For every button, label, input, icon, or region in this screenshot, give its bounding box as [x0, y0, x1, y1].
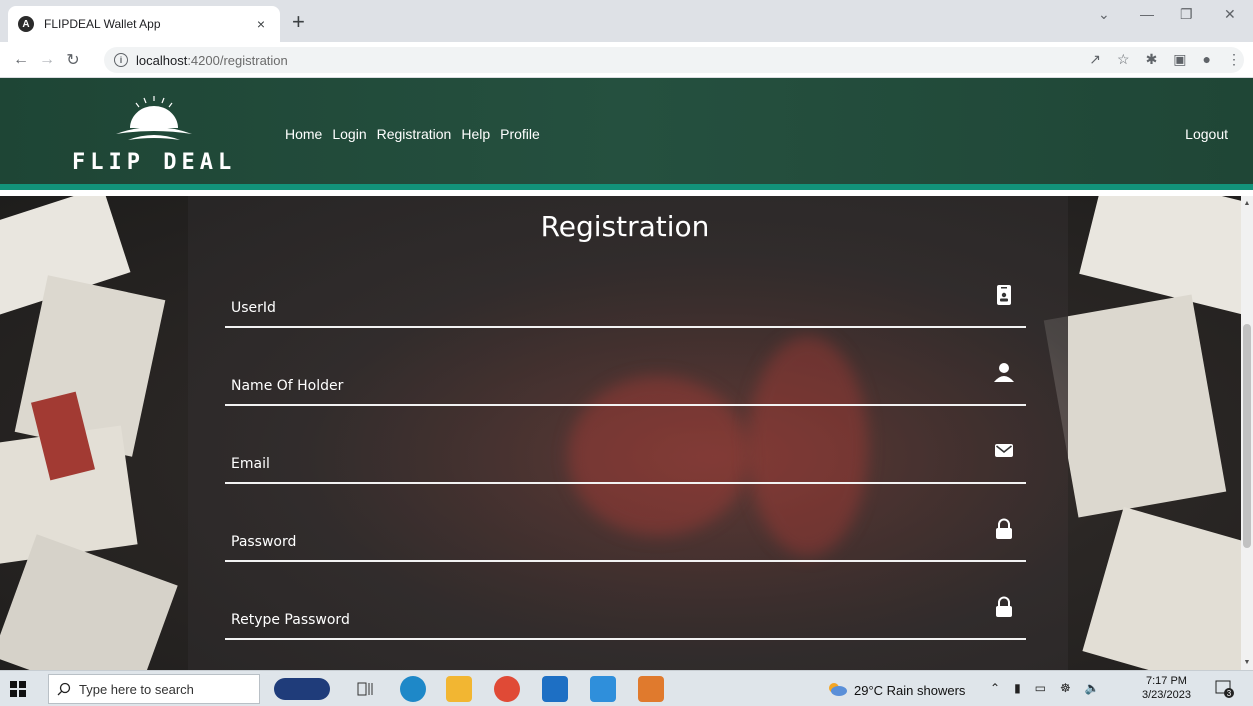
- scroll-up-arrow-icon[interactable]: ▲: [1241, 200, 1253, 207]
- url-path: :4200/registration: [187, 52, 288, 68]
- email-label: Email: [231, 456, 270, 472]
- logo-wordmark: FLIP DEAL: [72, 150, 237, 175]
- name-of-holder-field[interactable]: Name Of Holder: [225, 348, 1026, 406]
- taskbar-search-box[interactable]: Type here to search: [48, 674, 260, 704]
- edge-browser-icon[interactable]: [400, 676, 426, 702]
- user-icon: [994, 363, 1014, 382]
- wifi-icon[interactable]: ☸: [1060, 681, 1071, 695]
- main-nav: Home Login Registration Help Profile: [285, 126, 540, 142]
- share-icon[interactable]: ↗: [1089, 51, 1101, 68]
- taskbar-clock[interactable]: 7:17 PM 3/23/2023: [1142, 674, 1191, 702]
- vscode-icon[interactable]: [590, 676, 616, 702]
- reload-icon[interactable]: ↻: [60, 50, 86, 70]
- system-tray: ⌃ ▮ ▭ ☸ 🔈: [990, 681, 1100, 695]
- userid-field[interactable]: UserId: [225, 270, 1026, 328]
- nav-registration-link[interactable]: Registration: [377, 126, 452, 142]
- menu-kebab-icon[interactable]: ⋮: [1227, 51, 1241, 68]
- ford-app-icon[interactable]: [274, 678, 330, 700]
- url-host: localhost: [136, 52, 188, 68]
- form-title: Registration: [540, 210, 710, 243]
- clock-time: 7:17 PM: [1145, 675, 1187, 687]
- newspaper-scrap: [1079, 196, 1253, 315]
- minimize-button[interactable]: —: [1140, 6, 1154, 22]
- back-arrow-icon[interactable]: ←: [8, 51, 34, 69]
- tab-close-button[interactable]: ×: [252, 16, 270, 32]
- browser-tab[interactable]: A FLIPDEAL Wallet App ×: [8, 6, 280, 42]
- lock-icon: [996, 518, 1012, 539]
- tab-title: FLIPDEAL Wallet App: [44, 17, 161, 31]
- page-background: Registration UserId Name Of Holder Email: [0, 196, 1253, 670]
- envelope-icon: [995, 444, 1013, 457]
- tab-search-chevron-icon[interactable]: ⌄: [1098, 6, 1110, 23]
- toolbar-icons: ↗ ☆ ✱ ▣ ● ⋮: [1089, 51, 1241, 68]
- outlook-icon[interactable]: [542, 676, 568, 702]
- task-view-icon[interactable]: [352, 676, 378, 702]
- bookmark-star-icon[interactable]: ☆: [1117, 51, 1130, 68]
- nav-help-link[interactable]: Help: [461, 126, 490, 142]
- logout-link[interactable]: Logout: [1185, 126, 1228, 142]
- close-window-button[interactable]: ✕: [1224, 6, 1236, 23]
- battery-icon[interactable]: ▭: [1035, 681, 1046, 695]
- notification-center-icon[interactable]: 3: [1215, 679, 1235, 699]
- restore-button[interactable]: ❐: [1180, 6, 1193, 23]
- newspaper-scrap: [1082, 506, 1253, 670]
- id-card-icon: [997, 285, 1011, 305]
- email-field[interactable]: Email: [225, 426, 1026, 484]
- nav-profile-link[interactable]: Profile: [500, 126, 540, 142]
- newspaper-scrap: [1043, 294, 1227, 518]
- scrollbar-thumb[interactable]: [1243, 324, 1251, 548]
- app-header: FLIP DEAL Home Login Registration Help P…: [0, 78, 1253, 190]
- usb-device-icon[interactable]: ▮: [1014, 681, 1021, 695]
- flipdeal-logo[interactable]: FLIP DEAL: [72, 92, 242, 176]
- userid-label: UserId: [231, 300, 276, 316]
- new-tab-button[interactable]: +: [292, 10, 305, 34]
- windows-start-icon[interactable]: [10, 681, 26, 697]
- profile-avatar-icon[interactable]: ●: [1203, 51, 1211, 68]
- chrome-browser-icon[interactable]: [494, 676, 520, 702]
- page-scrollbar[interactable]: ▲ ▼: [1241, 196, 1253, 670]
- rain-cloud-icon: [829, 683, 847, 696]
- retype-password-label: Retype Password: [231, 612, 350, 628]
- forward-arrow-icon[interactable]: →: [34, 51, 60, 69]
- site-info-icon[interactable]: i: [114, 53, 128, 67]
- clock-date: 3/23/2023: [1142, 689, 1191, 701]
- search-placeholder: Type here to search: [79, 681, 194, 697]
- active-app-icon[interactable]: [638, 676, 664, 702]
- retype-password-field[interactable]: Retype Password: [225, 582, 1026, 640]
- address-bar[interactable]: i localhost :4200/registration: [104, 47, 1244, 73]
- weather-text: 29°C Rain showers: [854, 682, 966, 698]
- search-icon: [57, 682, 71, 696]
- lock-icon: [996, 596, 1012, 617]
- angular-favicon-icon: A: [18, 16, 34, 32]
- tray-chevron-up-icon[interactable]: ⌃: [990, 681, 1000, 695]
- sunrise-logo-icon: [116, 96, 192, 140]
- side-panel-icon[interactable]: ▣: [1173, 51, 1186, 68]
- file-explorer-icon[interactable]: [446, 676, 472, 702]
- name-of-holder-label: Name Of Holder: [231, 378, 344, 394]
- notification-count: 3: [1227, 689, 1232, 698]
- weather-widget[interactable]: 29°C Rain showers: [826, 681, 965, 699]
- windows-taskbar: Type here to search 29°C Rain showers ⌃ …: [0, 670, 1253, 706]
- scroll-down-arrow-icon[interactable]: ▼: [1241, 659, 1253, 666]
- browser-toolbar: ← → ↻ i localhost :4200/registration ↗ ☆…: [0, 42, 1253, 78]
- extensions-puzzle-icon[interactable]: ✱: [1146, 51, 1158, 68]
- nav-home-link[interactable]: Home: [285, 126, 322, 142]
- browser-tab-strip: A FLIPDEAL Wallet App × + ⌄ — ❐ ✕: [0, 0, 1253, 42]
- volume-icon[interactable]: 🔈: [1085, 681, 1100, 695]
- password-field[interactable]: Password: [225, 504, 1026, 562]
- password-label: Password: [231, 534, 297, 550]
- nav-login-link[interactable]: Login: [332, 126, 366, 142]
